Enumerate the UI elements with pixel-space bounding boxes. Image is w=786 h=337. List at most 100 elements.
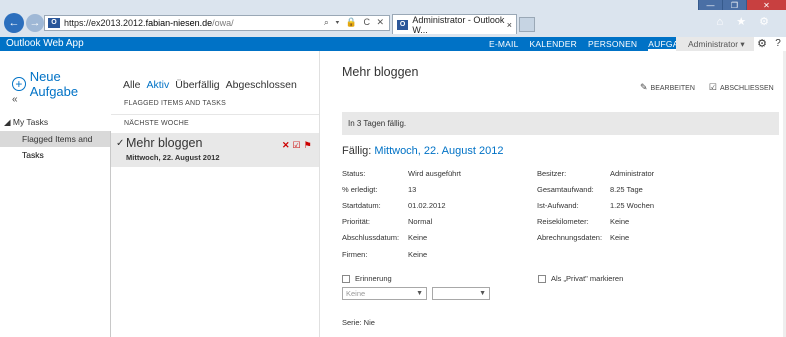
private-checkbox-box[interactable] (538, 274, 546, 283)
section-header: NÄCHSTE WOCHE (124, 120, 189, 127)
filter-overdue[interactable]: Überfällig (175, 79, 219, 91)
filter-all[interactable]: Alle (123, 79, 141, 91)
field-value-percent: 13 (408, 185, 417, 194)
app-brand: Outlook Web App (6, 38, 84, 49)
owa-top-bar: Outlook Web App E-MAIL KALENDER PERSONEN… (0, 37, 786, 51)
field-value-owner: Administrator (610, 169, 655, 178)
task-due-date: Mittwoch, 22. August 2012 (126, 153, 220, 162)
gear-icon[interactable]: ⚙ (754, 37, 770, 51)
chevron-down-icon: ▼ (416, 290, 423, 297)
arrow-left-icon: ← (8, 17, 20, 29)
field-value-actual-work: 1.25 Wochen (610, 201, 655, 210)
due-banner: In 3 Tagen fällig. (342, 112, 779, 135)
outlook-tab-icon: O (397, 19, 409, 30)
checkmark-icon[interactable]: ✓ (116, 138, 124, 149)
tab-close-icon[interactable]: × (507, 20, 512, 30)
url-domain: fabian-niesen.de (145, 18, 213, 28)
reminder-label: Erinnerung (355, 274, 392, 283)
address-bar[interactable]: O https://ex2013.2012.fabian-niesen.de/o… (44, 15, 390, 31)
field-label-actual-work: Ist-Aufwand: (537, 201, 579, 210)
field-value-status: Wird ausgeführt (408, 169, 461, 178)
list-subtitle: FLAGGED ITEMS AND TASKS (124, 100, 226, 107)
field-label-priority: Priorität: (342, 217, 370, 226)
close-window-button[interactable]: ✕ (746, 0, 786, 10)
outlook-page-icon: O (48, 18, 60, 28)
back-button[interactable]: ← (4, 13, 24, 33)
field-value-completed: Keine (408, 233, 428, 242)
window-controls: — ❐ ✕ (698, 0, 786, 10)
browser-tab-active[interactable]: O Administrator - Outlook W... × (392, 14, 517, 35)
field-label-owner: Besitzer: (537, 169, 567, 178)
nav-calendar[interactable]: KALENDER (530, 39, 577, 51)
reminder-date-value: Keine (346, 289, 366, 298)
field-label-completed: Abschlussdatum: (342, 233, 400, 242)
flag-icon[interactable]: ⚑ (304, 140, 312, 151)
private-checkbox[interactable]: Als „Privat" markieren (538, 274, 623, 283)
task-list-pane: Alle Aktiv Überfällig Abgeschlossen FLAG… (111, 51, 319, 337)
arrow-right-icon: → (29, 17, 41, 29)
filter-active[interactable]: Aktiv (147, 79, 170, 91)
field-value-priority: Normal (408, 217, 433, 226)
url-path: /owa/ (212, 18, 234, 28)
field-value-billing: Keine (610, 233, 630, 242)
field-label-status: Status: (342, 169, 366, 178)
reminder-time-dropdown[interactable]: ▼ (432, 287, 490, 300)
main-nav: E-MAIL KALENDER PERSONEN AUFGABEN (489, 39, 697, 51)
task-detail-pane: Mehr bloggen ✎BEARBEITEN ☑ABSCHLIESSEN ·… (320, 51, 786, 337)
edit-button[interactable]: ✎ BEARBEITEN (640, 82, 695, 93)
reminder-checkbox[interactable]: Erinnerung (342, 274, 392, 283)
new-tab-button[interactable] (519, 17, 535, 32)
task-filters: Alle Aktiv Überfällig Abgeschlossen (123, 79, 297, 91)
url-text[interactable]: https://ex2013.2012.fabian-niesen.de/owa… (64, 18, 234, 28)
complete-label: ABSCHLIESSEN (719, 85, 774, 92)
minimize-button[interactable]: — (698, 0, 722, 10)
browser-chrome: — ❐ ✕ ← → O https://ex2013.2012.fabian-n… (0, 0, 786, 37)
maximize-button[interactable]: ❐ (722, 0, 746, 10)
new-task-button[interactable]: + Neue Aufgabe (12, 69, 110, 99)
field-label-percent: % erledigt: (342, 185, 378, 194)
folder-pane: + Neue Aufgabe « ◢ My Tasks Flagged Item… (0, 51, 110, 337)
task-list-item[interactable]: ✓ Mehr bloggen Mittwoch, 22. August 2012… (111, 133, 319, 167)
due-label: Fällig: (342, 145, 375, 157)
new-task-label: Neue Aufgabe (29, 69, 79, 99)
field-value-total-work: 8.25 Tage (610, 185, 643, 194)
user-menu[interactable]: Administrator ▾ (676, 37, 754, 51)
field-label-mileage: Reisekilometer: (537, 217, 589, 226)
reminder-date-dropdown[interactable]: Keine ▼ (342, 287, 427, 300)
detail-title: Mehr bloggen (342, 65, 419, 79)
url-prefix: https://ex2013.2012. (64, 18, 146, 28)
forward-button[interactable]: → (26, 14, 44, 32)
due-value[interactable]: Mittwoch, 22. August 2012 (374, 145, 503, 157)
sidebar-item-flagged[interactable]: Flagged Items and Tasks (0, 131, 110, 160)
complete-button[interactable]: ☑ ABSCHLIESSEN (709, 82, 774, 93)
collapse-pane-icon[interactable]: « (12, 94, 18, 105)
plus-circle-icon: + (12, 77, 26, 91)
edit-label: BEARBEITEN (650, 85, 695, 92)
reminder-checkbox-box[interactable] (342, 274, 350, 283)
detail-toolbar: ✎BEARBEITEN ☑ABSCHLIESSEN ··· (640, 82, 786, 93)
browser-toolbar-icons[interactable]: ⌂ ★ ⚙ (717, 15, 774, 28)
field-label-start: Startdatum: (342, 201, 381, 210)
task-row-actions: ✕ ☑ ⚑ (282, 140, 312, 151)
filter-completed[interactable]: Abgeschlossen (226, 79, 297, 91)
pencil-icon: ✎ (640, 82, 648, 92)
private-label: Als „Privat" markieren (551, 274, 624, 283)
address-actions[interactable]: ⌕ ▾ 🔒 C ✕ (324, 17, 386, 28)
help-icon[interactable]: ? (770, 37, 786, 51)
delete-icon[interactable]: ✕ (282, 140, 290, 151)
field-value-mileage: Keine (610, 217, 630, 226)
sidebar-item-tasks[interactable]: Tasks (0, 147, 110, 163)
mark-complete-icon[interactable]: ☑ (293, 140, 301, 151)
nav-email[interactable]: E-MAIL (489, 39, 519, 51)
chevron-down-icon: ▼ (479, 290, 486, 297)
checkbox-icon: ☑ (708, 82, 717, 92)
field-value-start: 01.02.2012 (408, 201, 446, 210)
nav-people[interactable]: PERSONEN (588, 39, 637, 51)
field-label-total-work: Gesamtaufwand: (537, 185, 594, 194)
my-tasks-group[interactable]: ◢ My Tasks (4, 117, 48, 128)
due-row: Fällig: Mittwoch, 22. August 2012 (342, 145, 503, 157)
tab-title: Administrator - Outlook W... (412, 14, 505, 35)
list-separator (111, 114, 319, 115)
field-label-billing: Abrechnungsdaten: (537, 233, 603, 242)
field-value-companies: Keine (408, 250, 428, 259)
